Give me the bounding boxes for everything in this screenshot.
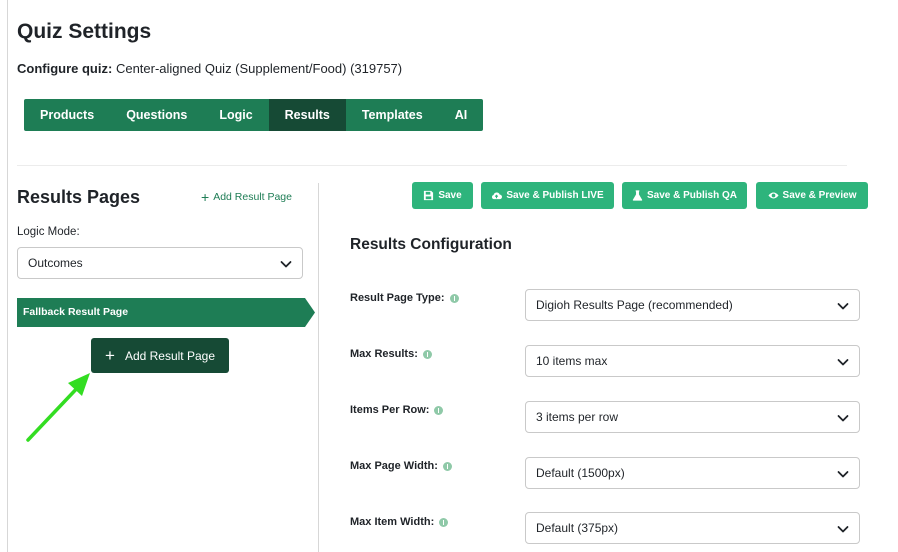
max-item-width-label-text: Max Item Width: [350,516,435,528]
result-page-type-label-text: Result Page Type: [350,292,445,304]
chevron-down-icon [837,303,849,310]
configure-value: Center-aligned Quiz (Supplement/Food) (3… [115,61,403,76]
logic-mode-value: Outcomes [28,256,83,270]
max-results-select[interactable]: 10 items max [525,345,860,377]
main-tabs: Products Questions Logic Results Templat… [24,99,484,131]
tab-templates[interactable]: Templates [346,99,439,131]
max-item-width-select[interactable]: Default (375px) [525,512,860,544]
logic-mode-label: Logic Mode: [17,226,80,238]
plus-icon: + [105,345,115,365]
configure-label: Configure quiz: [17,61,113,76]
max-results-label-text: Max Results: [350,348,418,360]
results-configuration-title: Results Configuration [350,236,512,253]
items-per-row-select[interactable]: 3 items per row [525,401,860,433]
info-icon[interactable] [449,293,459,303]
info-icon[interactable] [439,517,449,527]
flask-icon [632,190,643,201]
max-item-width-label: Max Item Width: [350,516,449,528]
result-page-type-value: Digioh Results Page (recommended) [536,298,733,312]
max-page-width-label-text: Max Page Width: [350,460,438,472]
floppy-disk-icon [424,190,434,201]
add-result-page-link[interactable]: + Add Result Page [201,189,292,205]
save-preview-button[interactable]: Save & Preview [756,182,868,209]
column-divider [318,183,319,552]
plus-icon: + [201,189,210,205]
fallback-result-page-label: Fallback Result Page [23,306,129,318]
save-button-label: Save [438,190,462,201]
chevron-down-icon [837,526,849,533]
max-results-label: Max Results: [350,348,432,360]
result-page-type-label: Result Page Type: [350,292,459,304]
info-icon[interactable] [434,405,444,415]
save-publish-qa-button[interactable]: Save & Publish QA [622,182,747,209]
tab-questions[interactable]: Questions [110,99,203,131]
max-item-width-value: Default (375px) [536,521,619,535]
max-results-value: 10 items max [536,354,608,368]
save-button[interactable]: Save [412,182,473,209]
tab-products[interactable]: Products [24,99,110,131]
items-per-row-label-text: Items Per Row: [350,404,430,416]
left-border [7,0,8,552]
save-publish-qa-label: Save & Publish QA [646,190,738,201]
eye-icon [767,192,779,199]
cloud-upload-icon [492,192,503,200]
tab-results[interactable]: Results [268,99,346,131]
info-icon[interactable] [442,461,452,471]
save-publish-live-button[interactable]: Save & Publish LIVE [481,182,614,209]
page-title: Quiz Settings [17,20,152,43]
tab-ai[interactable]: AI [439,99,484,131]
result-page-type-select[interactable]: Digioh Results Page (recommended) [525,289,860,321]
add-result-page-link-label: Add Result Page [213,191,292,203]
configure-quiz-line: Configure quiz: Center-aligned Quiz (Sup… [17,61,402,76]
results-pages-title: Results Pages [17,187,141,207]
chevron-down-icon [280,261,292,268]
items-per-row-value: 3 items per row [536,410,619,424]
logic-mode-select[interactable]: Outcomes [17,247,303,279]
items-per-row-label: Items Per Row: [350,404,444,416]
fallback-result-page-item[interactable]: Fallback Result Page [17,298,315,327]
info-icon[interactable] [422,349,432,359]
save-publish-live-label: Save & Publish LIVE [506,190,604,201]
max-page-width-select[interactable]: Default (1500px) [525,457,860,489]
chevron-down-icon [837,359,849,366]
add-result-page-button-label: Add Result Page [124,348,215,363]
chevron-down-icon [837,415,849,422]
max-page-width-label: Max Page Width: [350,460,452,472]
save-preview-label: Save & Preview [782,190,857,201]
chevron-down-icon [837,471,849,478]
section-divider [17,165,847,166]
tab-logic[interactable]: Logic [203,99,268,131]
max-page-width-value: Default (1500px) [536,466,625,480]
annotation-arrow-icon [26,373,90,442]
add-result-page-button[interactable]: + Add Result Page [91,338,229,373]
